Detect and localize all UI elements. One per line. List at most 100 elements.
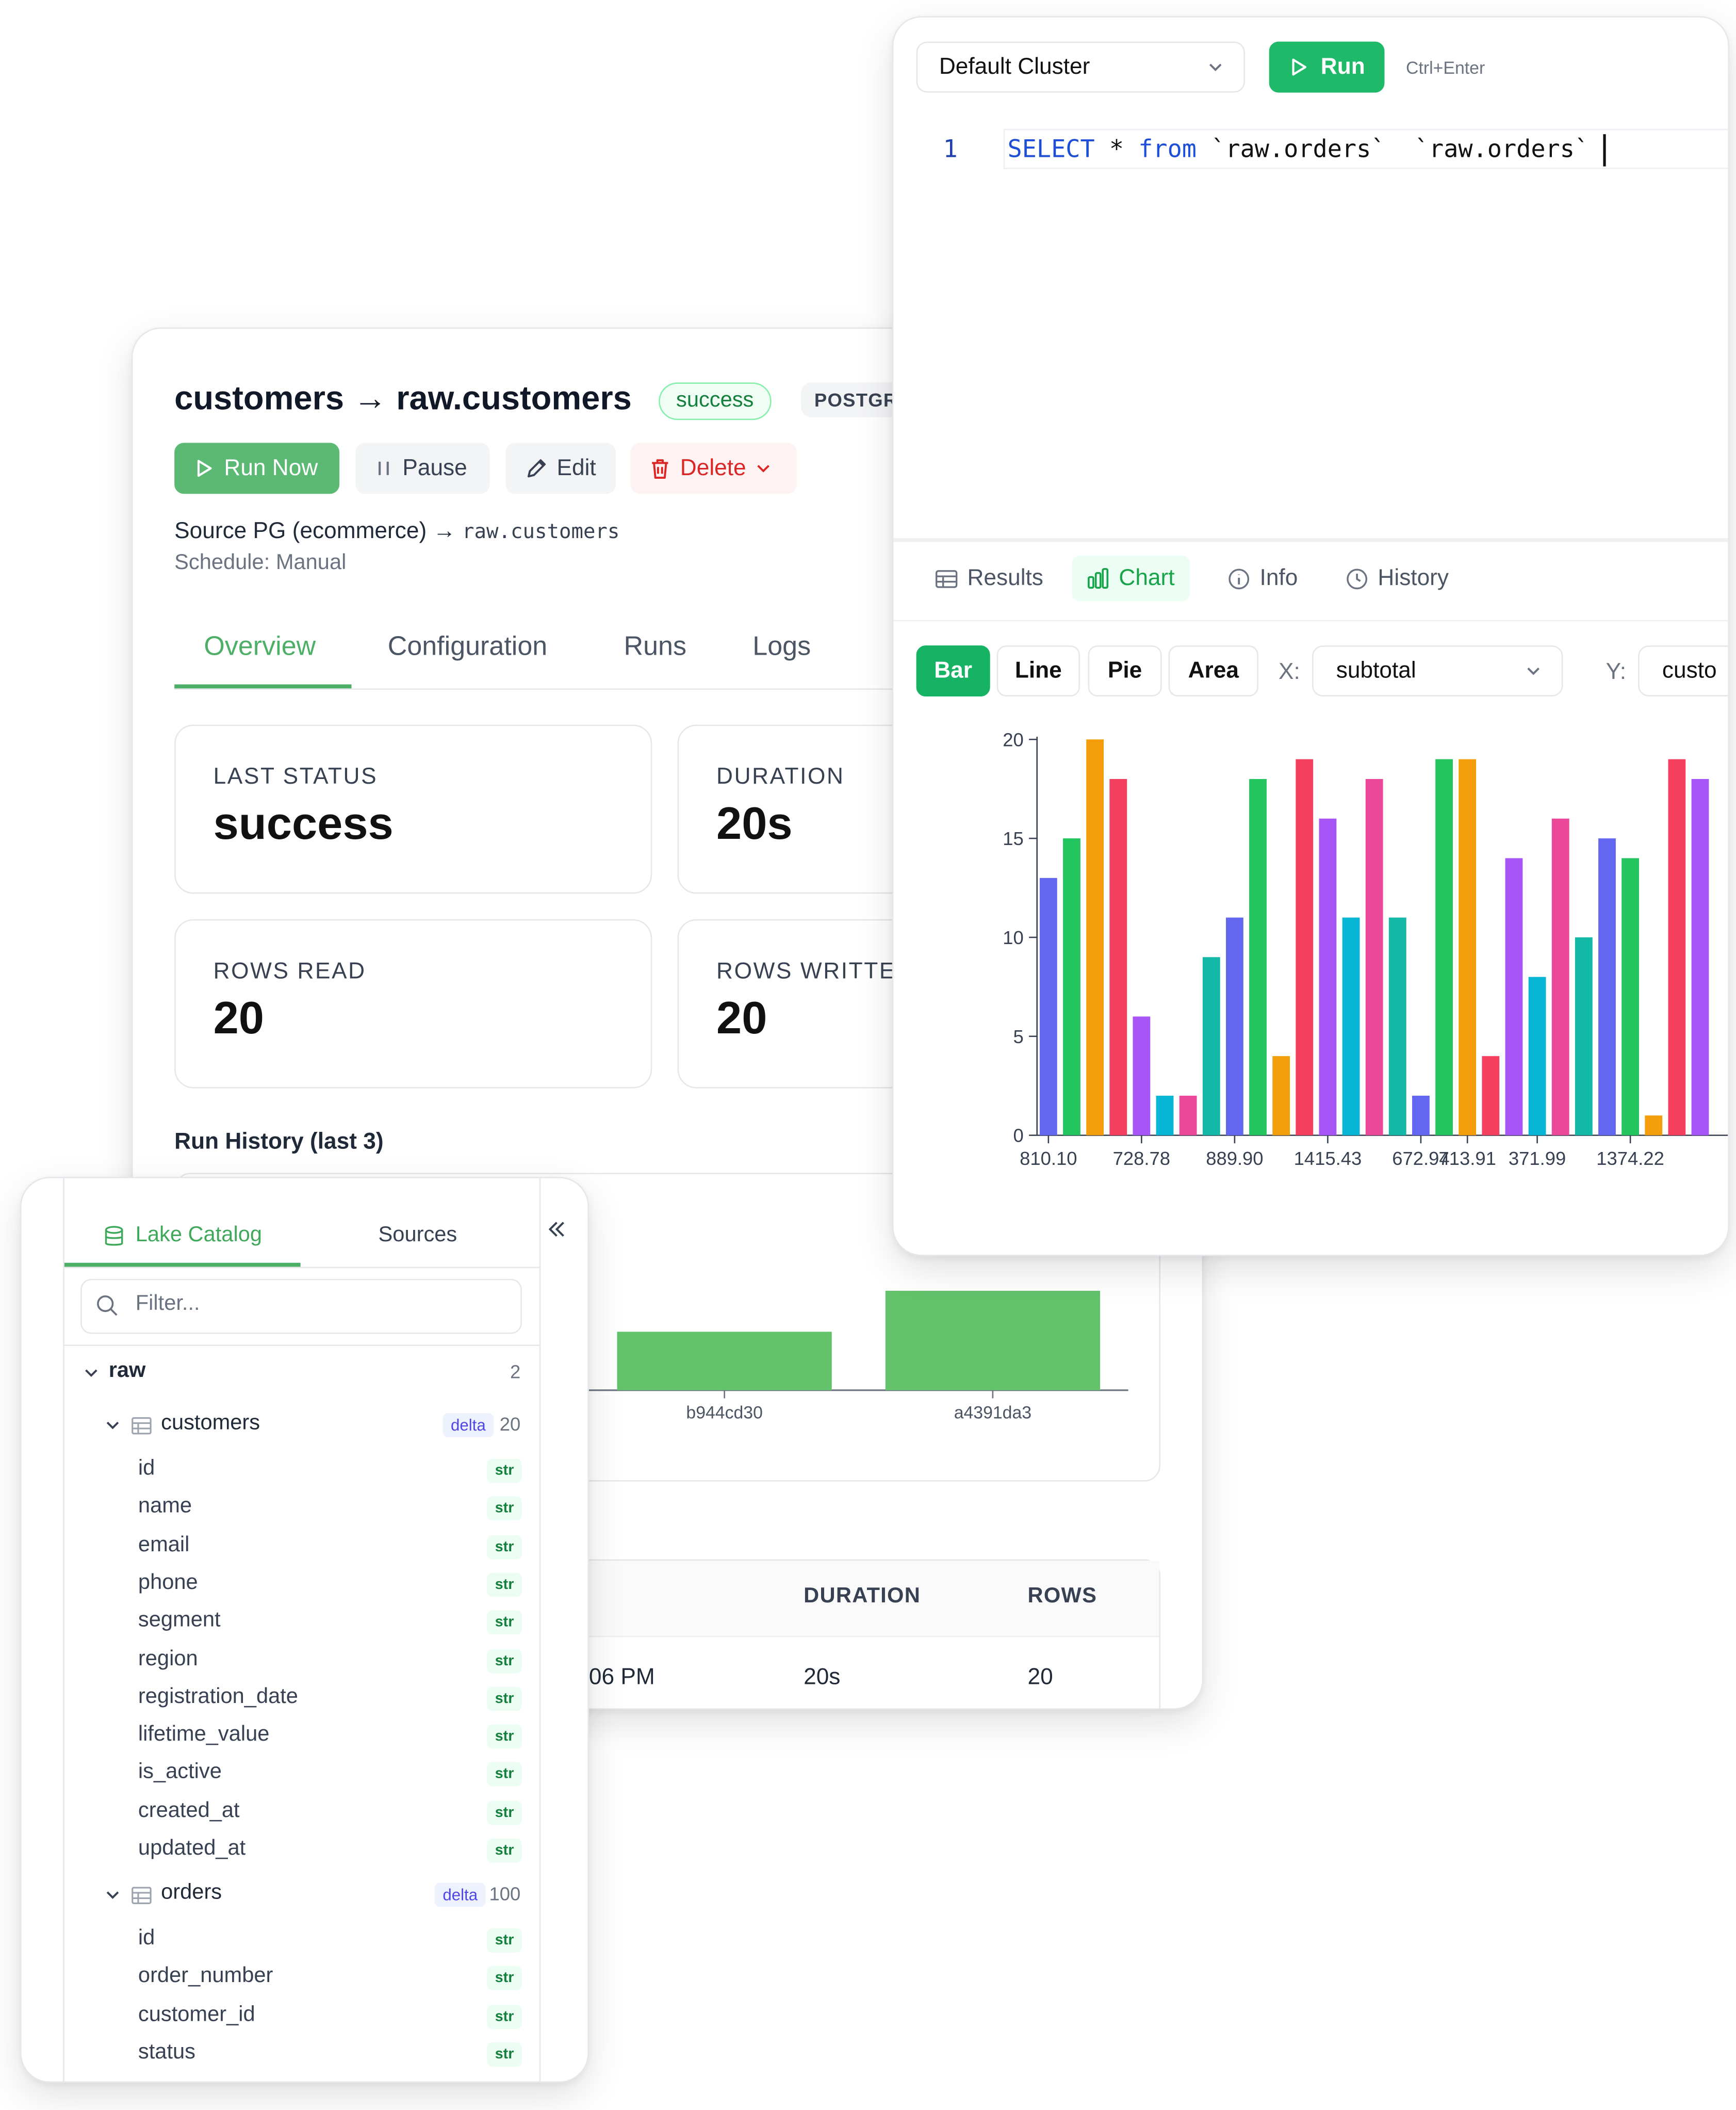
chart-bar[interactable]: [1063, 838, 1080, 1135]
column-item[interactable]: created_at str: [64, 1794, 539, 1829]
run-now-button[interactable]: Run Now: [174, 443, 340, 494]
chart-bar[interactable]: [1598, 838, 1616, 1135]
chart-bar[interactable]: [1645, 1115, 1663, 1135]
column-item[interactable]: lifetime_value str: [64, 1718, 539, 1753]
column-item[interactable]: updated_at str: [64, 1832, 539, 1867]
chart-bar[interactable]: [1551, 818, 1569, 1135]
run-now-label: Run Now: [224, 455, 318, 481]
chart-bar[interactable]: [1691, 778, 1709, 1135]
cluster-select[interactable]: Default Cluster: [916, 41, 1245, 93]
chart-bar[interactable]: [1668, 759, 1686, 1135]
chart-bar[interactable]: [1296, 759, 1314, 1135]
tab-chart[interactable]: Chart: [1072, 555, 1190, 602]
column-item[interactable]: order_number str: [64, 1960, 539, 1995]
chart-bar[interactable]: [1412, 1095, 1430, 1135]
chart-bar[interactable]: [1225, 917, 1243, 1135]
tree-item-raw[interactable]: raw 2: [64, 1355, 539, 1390]
chart-bar[interactable]: [1482, 1056, 1500, 1135]
column-item[interactable]: customer_id str: [64, 1998, 539, 2033]
x-tick-label: 1374.22: [1596, 1148, 1664, 1169]
chart-bar[interactable]: [1459, 759, 1477, 1135]
chevrons-left-icon[interactable]: [546, 1219, 568, 1240]
pause-icon: [374, 458, 393, 479]
chart-bar[interactable]: [1039, 878, 1057, 1135]
tab-configuration[interactable]: Configuration: [388, 632, 547, 663]
status-badge: success: [659, 382, 772, 420]
filter-field[interactable]: [80, 1278, 522, 1334]
run-query-button[interactable]: Run: [1269, 41, 1385, 93]
chart-bar[interactable]: [1505, 858, 1523, 1135]
schema-count: 2: [510, 1360, 521, 1383]
chart-bar[interactable]: [1086, 739, 1104, 1135]
play-icon: [1288, 56, 1310, 78]
chart-bar[interactable]: [1179, 1095, 1197, 1135]
tree-item-customers[interactable]: customers delta 20: [64, 1408, 539, 1443]
tab-results[interactable]: Results: [920, 556, 1058, 601]
filter-input[interactable]: [133, 1291, 514, 1318]
column-item[interactable]: id str: [64, 1452, 539, 1487]
tab-history[interactable]: History: [1331, 556, 1463, 601]
chart-bar[interactable]: [1319, 818, 1337, 1135]
column-item[interactable]: id str: [64, 1922, 539, 1957]
type-badge: str: [487, 2004, 522, 2028]
y-field-select[interactable]: custo: [1638, 645, 1728, 697]
tab-lake-catalog[interactable]: Lake Catalog: [103, 1205, 262, 1267]
divider: [64, 1267, 539, 1269]
column-item[interactable]: registration_date str: [64, 1680, 539, 1715]
y-tick-label: 0: [1013, 1125, 1023, 1146]
chart-bar[interactable]: [1249, 778, 1267, 1135]
column-item[interactable]: is_active str: [64, 1756, 539, 1791]
chevron-down-icon: [1524, 647, 1543, 695]
schedule-text: Schedule: Manual: [174, 551, 347, 575]
x-tick-label: 728.78: [1113, 1148, 1170, 1169]
text-cursor: [1603, 134, 1606, 167]
tab-label: Lake Catalog: [135, 1224, 263, 1247]
tab-logs[interactable]: Logs: [752, 632, 811, 663]
type-badge: str: [487, 2042, 522, 2067]
column-item[interactable]: status str: [64, 2036, 539, 2071]
chart-bar[interactable]: [1156, 1095, 1174, 1135]
column-item[interactable]: region str: [64, 1642, 539, 1677]
chart-type-bar[interactable]: Bar: [916, 645, 990, 697]
row-count: 20: [499, 1413, 521, 1435]
history-bar[interactable]: [885, 1291, 1100, 1390]
pause-button[interactable]: Pause: [355, 443, 490, 494]
tree-item-orders[interactable]: orders delta 100: [64, 1877, 539, 1912]
chart-bar[interactable]: [1272, 1056, 1290, 1135]
x-tick-label: 810.10: [1020, 1148, 1077, 1169]
sql-editor[interactable]: 1 SELECT * from `raw.orders` `raw.orders…: [893, 122, 1728, 538]
chart-type-pie[interactable]: Pie: [1088, 645, 1162, 697]
catalog-sidebar: Lake Catalog Sources raw2 customersdelta2…: [63, 1178, 541, 2082]
tab-runs[interactable]: Runs: [624, 632, 686, 663]
cell-rows: 20: [1027, 1664, 1053, 1690]
chart-bar[interactable]: [1109, 778, 1127, 1135]
chart-bar[interactable]: [1575, 937, 1593, 1135]
cell-duration: 20s: [804, 1664, 841, 1690]
stat-label: ROWS READ: [213, 958, 366, 984]
delete-button[interactable]: Delete: [630, 443, 797, 494]
column-item[interactable]: email str: [64, 1528, 539, 1563]
column-item[interactable]: name str: [64, 1490, 539, 1525]
code-line[interactable]: SELECT * from `raw.orders` `raw.orders`: [1003, 128, 1728, 169]
chart-bar[interactable]: [1365, 778, 1383, 1135]
chart-type-area[interactable]: Area: [1168, 645, 1258, 697]
chart-bar[interactable]: [1528, 977, 1546, 1135]
edit-button[interactable]: Edit: [505, 443, 616, 494]
chart-bar[interactable]: [1435, 759, 1453, 1135]
column-item[interactable]: phone str: [64, 1566, 539, 1601]
x-axis-label: X:: [1278, 659, 1300, 685]
chart-bar[interactable]: [1388, 917, 1406, 1135]
x-tick-label: 889.90: [1206, 1148, 1263, 1169]
history-bar[interactable]: [617, 1332, 832, 1390]
chart-bar[interactable]: [1622, 858, 1640, 1135]
x-field-select[interactable]: subtotal: [1312, 645, 1563, 697]
chart-bar[interactable]: [1342, 917, 1360, 1135]
column-name: segment: [138, 1609, 221, 1632]
tab-overview[interactable]: Overview: [204, 632, 316, 663]
tab-sources[interactable]: Sources: [379, 1205, 457, 1267]
tab-info[interactable]: Info: [1213, 556, 1312, 601]
chart-bar[interactable]: [1202, 957, 1220, 1135]
chart-type-line[interactable]: Line: [996, 645, 1080, 697]
chart-bar[interactable]: [1133, 1016, 1151, 1135]
column-item[interactable]: segment str: [64, 1604, 539, 1639]
